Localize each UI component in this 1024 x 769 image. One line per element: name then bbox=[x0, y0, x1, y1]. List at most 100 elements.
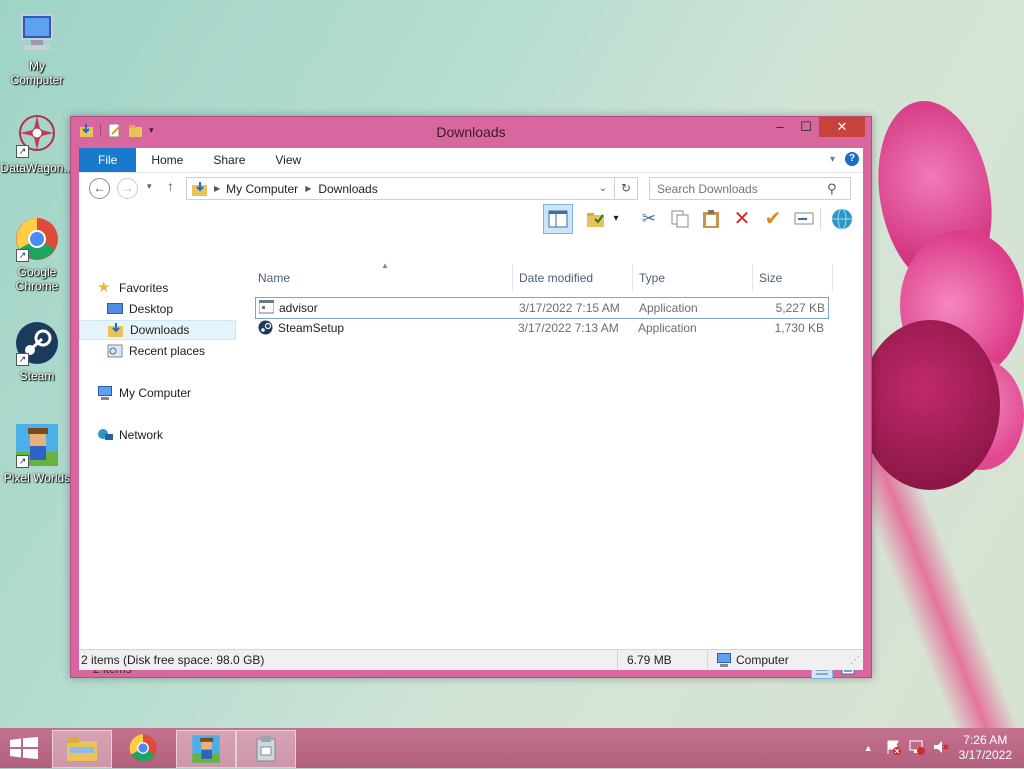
preview-pane-icon bbox=[548, 210, 568, 232]
nav-network[interactable]: Network bbox=[97, 425, 163, 445]
nav-favorites-label: Favorites bbox=[119, 281, 169, 295]
downloads-folder-icon bbox=[192, 181, 208, 196]
paste-button[interactable] bbox=[698, 206, 724, 232]
rename-button[interactable] bbox=[791, 206, 817, 232]
table-row[interactable]: SteamSetup 3/17/2022 7:13 AM Application… bbox=[255, 318, 827, 338]
network-icon bbox=[97, 428, 113, 442]
desktop-icon-google-chrome[interactable]: ↗ Google Chrome bbox=[0, 216, 74, 293]
recent-places-icon bbox=[107, 344, 123, 358]
preview-pane-button[interactable] bbox=[543, 204, 573, 234]
status-size: 6.79 MB bbox=[627, 653, 672, 667]
nav-downloads[interactable]: Downloads bbox=[79, 320, 236, 340]
nav-my-computer-label: My Computer bbox=[119, 386, 192, 400]
search-input[interactable] bbox=[650, 180, 827, 197]
volume-muted-icon[interactable] bbox=[933, 739, 949, 758]
column-header-type[interactable]: Type bbox=[639, 265, 665, 291]
network-status-icon[interactable] bbox=[909, 739, 925, 758]
nav-network-label: Network bbox=[119, 428, 164, 442]
refresh-icon[interactable]: ↻ bbox=[614, 178, 637, 199]
taskbar-file-explorer[interactable] bbox=[52, 730, 112, 768]
datawagon-icon: ↗ bbox=[14, 112, 60, 158]
nav-favorites[interactable]: ★ Favorites bbox=[97, 278, 168, 298]
window-title: Downloads bbox=[436, 124, 506, 140]
desktop-icon bbox=[107, 302, 123, 316]
table-row[interactable]: advisor 3/17/2022 7:15 AM Application 5,… bbox=[255, 297, 829, 319]
clock-time: 7:26 AM bbox=[963, 733, 1008, 747]
maximize-button[interactable]: ☐ bbox=[793, 117, 819, 137]
wallpaper-petal bbox=[860, 320, 1000, 490]
nav-downloads-label: Downloads bbox=[130, 323, 190, 337]
desktop-icon-my-computer[interactable]: My Computer bbox=[0, 10, 74, 87]
pixel-worlds-icon bbox=[192, 735, 220, 763]
breadcrumb-separator-icon: ▶ bbox=[214, 184, 221, 193]
pixel-worlds-icon: ↗ bbox=[14, 422, 60, 468]
application-icon bbox=[258, 299, 275, 320]
address-history-icon[interactable]: ⌄ bbox=[599, 183, 607, 194]
desktop-icon-label: DataWagon... bbox=[0, 161, 74, 175]
nav-my-computer[interactable]: My Computer bbox=[97, 383, 191, 403]
clipboard-icon bbox=[702, 210, 720, 233]
computer-icon bbox=[97, 386, 113, 400]
action-center-flag-icon[interactable] bbox=[885, 739, 901, 758]
network-globe-button[interactable] bbox=[829, 206, 855, 232]
tab-view[interactable]: View bbox=[260, 148, 316, 172]
desktop-icon-label: My Computer bbox=[10, 59, 64, 87]
show-hidden-icons-button[interactable]: ▲ bbox=[864, 743, 873, 753]
breadcrumb-downloads[interactable]: Downloads bbox=[318, 182, 377, 196]
properties-button[interactable]: ✔ bbox=[760, 206, 786, 232]
delete-x-icon: ✕ bbox=[733, 208, 751, 230]
breadcrumb-separator-icon: ▶ bbox=[305, 184, 312, 193]
help-icon[interactable]: ? bbox=[845, 152, 859, 166]
address-bar[interactable]: ▶ My Computer ▶ Downloads ⌄ ↻ bbox=[186, 177, 638, 200]
taskbar-installer[interactable] bbox=[236, 730, 296, 768]
column-header-name[interactable]: Name bbox=[258, 265, 290, 291]
taskbar-pixel-worlds[interactable] bbox=[176, 730, 236, 768]
open-folder-button[interactable] bbox=[583, 206, 609, 232]
cut-button[interactable]: ✂ bbox=[636, 206, 662, 232]
arrow-up-icon: ↑ bbox=[167, 178, 174, 194]
copy-button[interactable] bbox=[667, 206, 693, 232]
resize-grip-icon[interactable]: ⋰ bbox=[850, 651, 860, 671]
windows-logo-icon bbox=[10, 737, 38, 759]
desktop-icon-steam[interactable]: ↗ Steam bbox=[0, 320, 74, 383]
file-name: SteamSetup bbox=[278, 321, 345, 335]
file-type: Application bbox=[639, 301, 698, 315]
back-button[interactable]: ← bbox=[89, 178, 110, 199]
desktop-icon-pixel-worlds[interactable]: ↗ Pixel Worlds bbox=[0, 422, 74, 485]
column-header-size[interactable]: Size bbox=[759, 265, 782, 291]
search-box[interactable]: ⚲ bbox=[649, 177, 851, 200]
start-button[interactable] bbox=[10, 737, 38, 759]
recent-locations-button[interactable]: ▾ bbox=[147, 181, 152, 192]
folder-options-dropdown[interactable]: ▾ bbox=[609, 206, 623, 232]
status-location: Computer bbox=[736, 653, 789, 667]
nav-recent-places[interactable]: Recent places bbox=[107, 341, 205, 361]
tab-file[interactable]: File bbox=[79, 148, 137, 172]
sort-ascending-icon: ▲ bbox=[381, 261, 389, 270]
breadcrumb-my-computer[interactable]: My Computer bbox=[226, 182, 298, 196]
nav-desktop[interactable]: Desktop bbox=[107, 299, 173, 319]
close-button[interactable]: ✕ bbox=[819, 117, 865, 137]
taskbar-chrome[interactable] bbox=[114, 730, 172, 766]
column-header-date-modified[interactable]: Date modified bbox=[519, 265, 593, 291]
system-tray: ▲ 7:26 AM 3/17/2022 bbox=[864, 728, 1024, 768]
title-bar[interactable]: ▾ Downloads – ☐ ✕ bbox=[71, 117, 871, 147]
computer-icon bbox=[716, 653, 732, 673]
taskbar-clock[interactable]: 7:26 AM 3/17/2022 bbox=[959, 733, 1012, 763]
tab-share[interactable]: Share bbox=[198, 148, 260, 172]
minimize-button[interactable]: – bbox=[767, 117, 793, 137]
delete-button[interactable]: ✕ bbox=[729, 206, 755, 232]
desktop-icon-datawagon[interactable]: ↗ DataWagon... bbox=[0, 112, 74, 175]
file-size: 5,227 KB bbox=[775, 301, 825, 315]
computer-icon bbox=[14, 10, 60, 56]
scissors-icon: ✂ bbox=[641, 209, 657, 228]
command-toolbar: ▾ ✂ ✕ ✔ bbox=[79, 203, 863, 235]
arrow-right-icon: → bbox=[121, 181, 134, 195]
chrome-icon: ↗ bbox=[14, 216, 60, 262]
forward-button[interactable]: → bbox=[117, 178, 138, 199]
address-row: ← → ▾ ↑ ▶ My Computer ▶ Downloads ⌄ ↻ ⚲ bbox=[79, 173, 863, 203]
up-button[interactable]: ↑ bbox=[167, 178, 174, 194]
file-type: Application bbox=[638, 321, 697, 335]
tab-home[interactable]: Home bbox=[136, 148, 198, 172]
expand-ribbon-icon[interactable]: ▾ bbox=[830, 154, 835, 165]
search-icon[interactable]: ⚲ bbox=[827, 181, 837, 197]
